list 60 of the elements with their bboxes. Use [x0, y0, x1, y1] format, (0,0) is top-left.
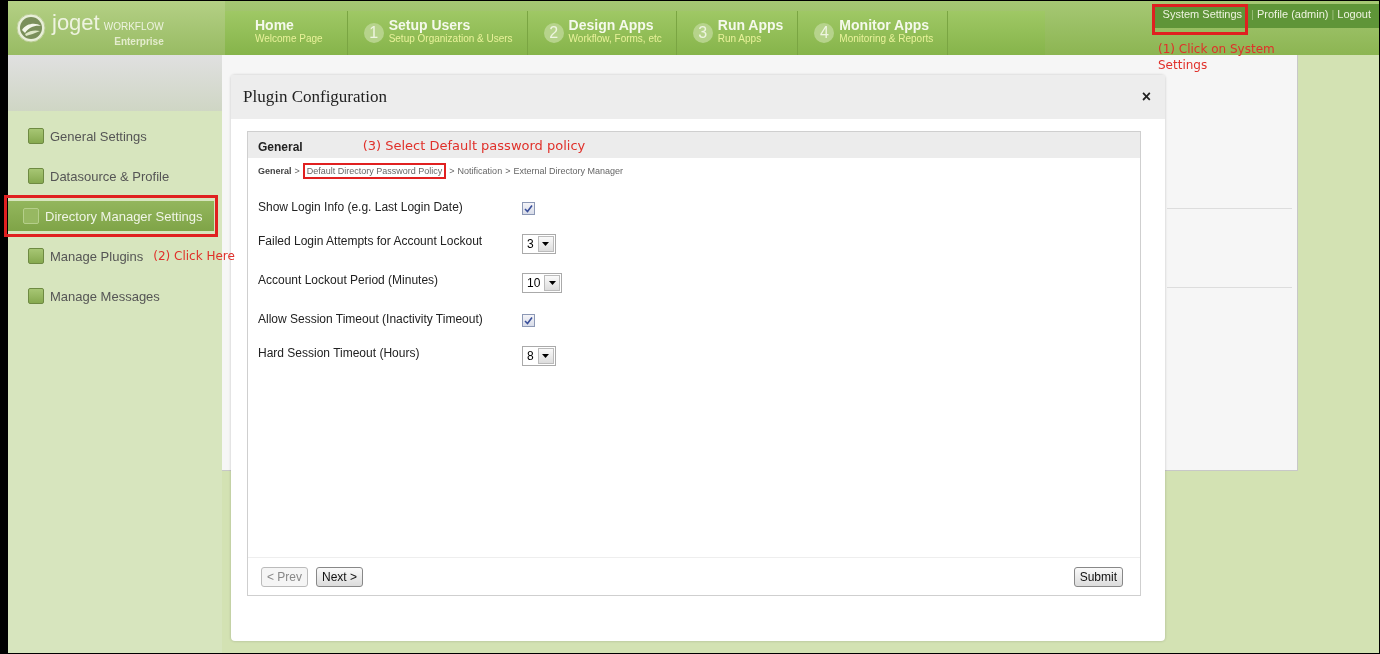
sidebar-item[interactable]: General Settings: [8, 121, 151, 151]
sidebar-item[interactable]: Manage Plugins: [8, 241, 148, 271]
user-link[interactable]: Logout: [1337, 8, 1371, 23]
dropdown[interactable]: 8: [522, 346, 556, 366]
square-icon: [28, 248, 44, 264]
breadcrumb-link[interactable]: Default Directory Password Policy: [306, 166, 443, 176]
checkbox[interactable]: [522, 202, 535, 215]
section-title: General: [258, 140, 303, 154]
square-icon: [23, 208, 39, 224]
nav-subtitle: Welcome Page: [255, 32, 323, 44]
annotation-note: (1) Click on System Settings: [1158, 41, 1276, 73]
nav-subtitle: Run Apps: [717, 32, 762, 44]
field-label: Show Login Info (e.g. Last Login Date): [258, 200, 464, 214]
user-link[interactable]: System Settings: [1162, 8, 1243, 20]
dropdown[interactable]: 3: [522, 234, 556, 254]
nav-title: Monitor Apps: [839, 16, 931, 33]
separator: >: [294, 166, 300, 176]
square-icon: [28, 288, 44, 304]
nav-title: Run Apps: [717, 16, 784, 33]
submit-button[interactable]: Submit: [1073, 567, 1123, 587]
sidebar-item[interactable]: Manage Messages: [8, 281, 164, 311]
logo-icon: [16, 13, 46, 43]
separator: |: [1331, 8, 1335, 22]
step-number: 3: [692, 23, 713, 43]
checkbox[interactable]: [522, 314, 535, 327]
nav-title: Home: [255, 16, 295, 33]
field-label: Failed Login Attempts for Account Lockout: [258, 234, 484, 248]
breadcrumb-link[interactable]: Notification: [457, 166, 503, 176]
annotation-note: (3) Select Default password policy: [362, 137, 586, 153]
breadcrumb-link[interactable]: External Directory Manager: [513, 166, 623, 176]
caret-icon: [542, 242, 550, 246]
caret-icon: [548, 281, 556, 285]
user-link[interactable]: Profile (admin): [1256, 8, 1329, 23]
breadcrumb-link[interactable]: General: [258, 166, 292, 176]
field-label: Account Lockout Period (Minutes): [258, 273, 440, 287]
sidebar-item[interactable]: Datasource & Profile: [8, 161, 174, 191]
annotation-note: (2) Click Here: [153, 249, 235, 263]
square-icon: [28, 168, 44, 184]
square-icon: [28, 128, 44, 144]
nav-subtitle: Workflow, Forms, etc: [568, 32, 662, 44]
nav-subtitle: Setup Organization & Users: [388, 32, 513, 44]
step-number: 4: [814, 23, 835, 43]
logo-product: WORKFLOW: [103, 20, 164, 32]
step-number: 1: [363, 23, 384, 43]
nav-title: Design Apps: [568, 16, 655, 33]
separator: |: [1251, 8, 1254, 22]
caret-icon: [542, 354, 550, 358]
field-label: Allow Session Timeout (Inactivity Timeout): [258, 312, 484, 326]
nav-subtitle: Monitoring & Reports: [839, 32, 934, 44]
separator: >: [505, 166, 511, 176]
close-button[interactable]: ×: [1141, 88, 1151, 106]
separator: >: [449, 166, 455, 176]
dialog-title: Plugin Configuration: [243, 87, 388, 107]
logo-wordmark: joget: [52, 9, 100, 36]
next-button[interactable]: Next >: [316, 567, 364, 587]
logo-edition: Enterprise: [114, 35, 164, 47]
nav-title: Setup Users: [388, 16, 472, 33]
field-label: Hard Session Timeout (Hours): [258, 346, 421, 360]
step-number: 2: [543, 23, 564, 43]
dropdown[interactable]: 10: [522, 273, 563, 293]
